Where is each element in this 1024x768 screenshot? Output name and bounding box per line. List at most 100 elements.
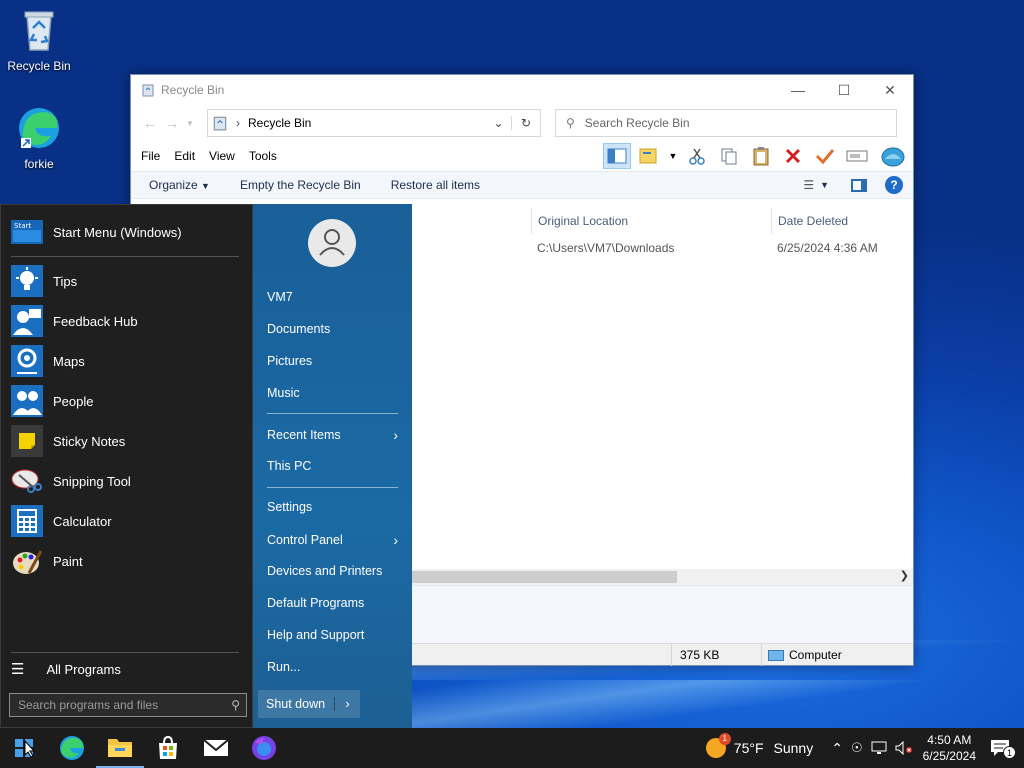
mail-icon — [203, 739, 229, 756]
window-title: Recycle Bin — [161, 83, 225, 97]
scroll-right-icon[interactable]: ❯ — [900, 569, 909, 582]
refresh-button[interactable]: ↻ — [512, 116, 540, 130]
help-icon[interactable]: ? — [885, 176, 903, 194]
start-menu: Start Start Menu (Windows) Tips Feedback… — [0, 204, 412, 728]
desktop-icon-recycle-bin[interactable]: Recycle Bin — [0, 6, 78, 73]
clipboard-icon — [753, 147, 769, 166]
start-link-recent-items[interactable]: Recent Items › — [267, 427, 398, 443]
start-app-calculator[interactable]: Calculator — [11, 504, 112, 538]
menu-file[interactable]: File — [141, 149, 160, 163]
forward-button[interactable]: → — [161, 115, 183, 131]
clock-time: 4:50 AM — [927, 733, 972, 747]
search-input[interactable]: ⚲ Search Recycle Bin — [555, 109, 897, 137]
system-tray: 1 75°F Sunny ⌃ ☉ 4:50 AM 6/25/2024 1 — [705, 728, 1024, 768]
start-link-default-programs[interactable]: Default Programs — [267, 596, 398, 610]
empty-recycle-bin-button[interactable]: Empty the Recycle Bin — [240, 178, 361, 192]
maps-pin-icon — [11, 345, 43, 377]
web-button[interactable] — [879, 143, 907, 169]
preview-pane-icon[interactable] — [851, 178, 867, 192]
taskbar-firefox[interactable] — [240, 728, 288, 768]
chevron-right-icon: › — [393, 427, 398, 443]
properties-button[interactable] — [635, 143, 663, 169]
start-link-run[interactable]: Run... — [267, 660, 398, 674]
chevron-up-icon[interactable]: ⌃ — [831, 740, 843, 757]
menu-edit[interactable]: Edit — [174, 149, 195, 163]
maximize-button[interactable]: ☐ — [821, 75, 867, 105]
divider — [11, 652, 239, 653]
minimize-button[interactable]: — — [775, 75, 821, 105]
start-app-people[interactable]: People — [11, 384, 93, 418]
start-app-maps[interactable]: Maps — [11, 344, 85, 378]
network-icon[interactable] — [871, 741, 887, 755]
recycle-bin-icon — [213, 116, 227, 131]
taskbar-mail[interactable] — [192, 728, 240, 768]
navigation-pane-button[interactable] — [603, 143, 631, 169]
weather-widget[interactable]: 1 75°F Sunny — [705, 733, 813, 758]
restore-all-button[interactable]: Restore all items — [391, 178, 480, 192]
toolbar: ▼ — [599, 143, 913, 169]
clock[interactable]: 4:50 AM 6/25/2024 — [923, 732, 976, 764]
start-link-user[interactable]: VM7 — [267, 290, 398, 304]
delete-button[interactable] — [779, 143, 807, 169]
meet-now-icon[interactable]: ☉ — [851, 740, 863, 756]
scrollbar-thumb[interactable] — [411, 571, 677, 583]
start-app-tips[interactable]: Tips — [11, 264, 77, 298]
view-options-icon[interactable]: ☰ — [803, 178, 814, 192]
dropdown-button[interactable]: ▼ — [667, 143, 679, 169]
layout-icon — [607, 148, 627, 164]
check-button[interactable] — [811, 143, 839, 169]
column-original-location[interactable]: Original Location — [531, 208, 771, 234]
start-link-devices-printers[interactable]: Devices and Printers — [267, 564, 398, 578]
start-link-control-panel[interactable]: Control Panel › — [267, 532, 398, 548]
desktop-icon-forkie[interactable]: forkie — [0, 104, 78, 171]
menu-tools[interactable]: Tools — [249, 149, 277, 163]
chevron-right-icon[interactable]: › — [334, 697, 360, 711]
start-link-settings[interactable]: Settings — [267, 500, 398, 514]
start-link-documents[interactable]: Documents — [267, 322, 398, 336]
address-dropdown-button[interactable]: ⌄ — [486, 116, 512, 130]
start-app-sticky-notes[interactable]: Sticky Notes — [11, 424, 125, 458]
copy-button[interactable] — [715, 143, 743, 169]
notification-center-icon[interactable]: 1 — [990, 739, 1016, 759]
user-icon — [319, 229, 345, 256]
taskbar-edge[interactable] — [48, 728, 96, 768]
start-link-music[interactable]: Music — [267, 386, 398, 400]
taskbar-file-explorer[interactable] — [96, 728, 144, 768]
rename-button[interactable] — [843, 143, 871, 169]
menu-view[interactable]: View — [209, 149, 235, 163]
organize-button[interactable]: Organize ▼ — [149, 178, 210, 192]
back-button[interactable]: ← — [139, 115, 161, 131]
column-date-deleted[interactable]: Date Deleted — [771, 208, 911, 234]
people-icon — [11, 385, 43, 417]
folder-properties-icon — [639, 148, 657, 164]
cut-button[interactable] — [683, 143, 711, 169]
view-dropdown-icon[interactable]: ▼ — [820, 180, 829, 190]
up-button[interactable]: ▾ — [183, 118, 197, 129]
clock-date: 6/25/2024 — [922, 749, 976, 763]
list-icon: ☰ — [11, 661, 25, 678]
checkmark-icon — [815, 149, 835, 165]
start-link-help-support[interactable]: Help and Support — [267, 628, 398, 642]
start-link-this-pc[interactable]: This PC — [267, 459, 398, 473]
start-button[interactable] — [0, 728, 48, 768]
close-button[interactable]: ✕ — [867, 75, 913, 105]
start-app-paint[interactable]: Paint — [11, 544, 83, 578]
volume-muted-icon[interactable] — [895, 741, 913, 755]
start-link-pictures[interactable]: Pictures — [267, 354, 398, 368]
start-app-feedback-hub[interactable]: Feedback Hub — [11, 304, 138, 338]
title-bar[interactable]: Recycle Bin — ☐ ✕ — [131, 75, 913, 105]
status-size: 375 KB — [671, 644, 761, 666]
start-search-input[interactable]: Search programs and files ⚲ — [9, 693, 247, 717]
chevron-right-icon: › — [236, 116, 240, 130]
all-programs-button[interactable]: ☰ All Programs — [11, 660, 121, 678]
address-text: Recycle Bin — [248, 116, 312, 130]
paste-button[interactable] — [747, 143, 775, 169]
user-avatar[interactable] — [308, 219, 356, 267]
menu-bar: File Edit View Tools ▼ — [131, 141, 913, 171]
shut-down-button[interactable]: Shut down › — [258, 690, 360, 718]
start-app-start-menu[interactable]: Start Start Menu (Windows) — [11, 215, 182, 249]
taskbar-store[interactable] — [144, 728, 192, 768]
start-app-snipping-tool[interactable]: Snipping Tool — [11, 464, 131, 498]
address-bar[interactable]: › Recycle Bin ⌄ ↻ — [207, 109, 541, 137]
command-bar: Organize ▼ Empty the Recycle Bin Restore… — [131, 171, 913, 199]
